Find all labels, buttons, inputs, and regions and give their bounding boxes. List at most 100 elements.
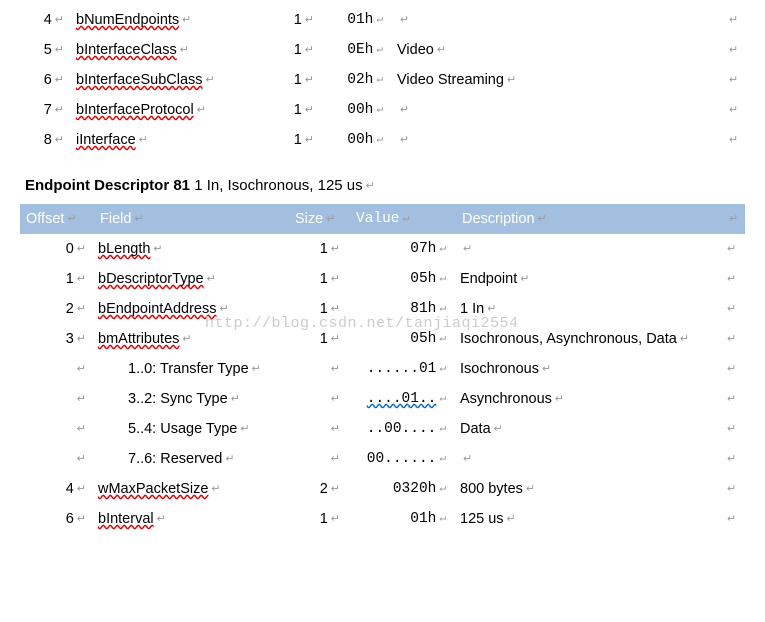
return-glyph: ↵ [520,272,529,285]
cell-end: ↵ [722,5,745,35]
cell-end: ↵ [722,95,745,125]
table-row: 7↵bInterfaceProtocol↵1↵00h↵↵↵ [20,95,745,125]
cell-value: ..00....↵ [350,414,456,444]
return-glyph: ↵ [555,392,564,405]
cell-field: 5..4: Usage Type↵ [94,414,289,444]
cell-offset: 6↵ [20,504,94,534]
endpoint-table: Offset↵ Field↵ Size↵ Value↵ Description↵… [20,204,745,534]
cell-field: bLength↵ [94,234,289,264]
return-glyph: ↵ [305,133,314,146]
cell-size: 1↵ [270,95,324,125]
cell-value: 00......↵ [350,444,456,474]
cell-offset: 2↵ [20,294,94,324]
cell-size: 1↵ [270,5,324,35]
cell-field: bInterfaceClass↵ [72,35,270,65]
cell-offset: 8↵ [20,125,72,155]
return-glyph: ↵ [77,242,86,255]
return-glyph: ↵ [77,452,86,465]
return-glyph: ↵ [439,481,446,495]
cell-field: 7..6: Reserved↵ [94,444,289,474]
cell-size: 1↵ [270,65,324,95]
return-glyph: ↵ [400,13,409,26]
table-header-row: Offset↵ Field↵ Size↵ Value↵ Description↵… [20,204,745,234]
return-glyph: ↵ [437,43,446,56]
cell-description: Isochronous, Asynchronous, Data↵ [456,324,720,354]
table-row: 6↵bInterval↵1↵01h↵125 us↵↵ [20,504,745,534]
return-glyph: ↵ [487,302,496,315]
return-glyph: ↵ [439,241,446,255]
cell-size: ↵ [289,444,350,474]
return-glyph: ↵ [494,422,503,435]
return-glyph: ↵ [55,43,64,56]
cell-description: Video Streaming↵ [393,65,722,95]
cell-offset: 1↵ [20,264,94,294]
cell-end: ↵ [722,35,745,65]
upper-table: 4↵bNumEndpoints↵1↵01h↵↵↵5↵bInterfaceClas… [20,5,745,155]
return-glyph: ↵ [331,242,340,255]
cell-value: 01h↵ [324,5,393,35]
return-glyph: ↵ [400,103,409,116]
return-glyph: ↵ [225,452,234,465]
return-glyph: ↵ [252,362,261,375]
cell-value: 0320h↵ [350,474,456,504]
cell-end: ↵ [720,324,745,354]
return-glyph: ↵ [220,302,229,315]
cell-value: 07h↵ [350,234,456,264]
section-heading: Endpoint Descriptor 81 1 In, Isochronous… [25,177,745,194]
cell-description: Data↵ [456,414,720,444]
return-glyph: ↵ [77,272,86,285]
table-row: ↵3..2: Sync Type↵↵....01..↵Asynchronous↵… [20,384,745,414]
table-row: 5↵bInterfaceClass↵1↵0Eh↵Video↵↵ [20,35,745,65]
return-glyph: ↵ [331,362,340,375]
return-glyph: ↵ [305,73,314,86]
cell-end: ↵ [722,65,745,95]
cell-size: 1↵ [289,234,350,264]
return-glyph: ↵ [729,73,738,86]
cell-offset: 4↵ [20,474,94,504]
return-glyph: ↵ [507,512,516,525]
cell-value: 02h↵ [324,65,393,95]
cell-size: 1↵ [289,504,350,534]
return-glyph: ↵ [727,302,736,315]
return-glyph: ↵ [77,362,86,375]
cell-field: bDescriptorType↵ [94,264,289,294]
cell-end: ↵ [720,444,745,474]
cell-end: ↵ [720,414,745,444]
return-glyph: ↵ [139,133,148,146]
return-glyph: ↵ [331,392,340,405]
cell-field: bEndpointAddress↵ [94,294,289,324]
cell-size: ↵ [289,414,350,444]
cell-description: Isochronous↵ [456,354,720,384]
cell-size: 1↵ [270,35,324,65]
return-glyph: ↵ [727,482,736,495]
return-glyph: ↵ [729,103,738,116]
return-glyph: ↵ [439,511,446,525]
cell-end: ↵ [720,234,745,264]
return-glyph: ↵ [182,13,191,26]
cell-size: ↵ [289,354,350,384]
cell-description: ↵ [456,234,720,264]
cell-end: ↵ [720,294,745,324]
return-glyph: ↵ [77,422,86,435]
cell-end: ↵ [720,264,745,294]
return-glyph: ↵ [400,133,409,146]
table-row: 6↵bInterfaceSubClass↵1↵02h↵Video Streami… [20,65,745,95]
return-glyph: ↵ [507,73,516,86]
cell-end: ↵ [720,504,745,534]
return-glyph: ↵ [331,302,340,315]
table-row: 4↵bNumEndpoints↵1↵01h↵↵↵ [20,5,745,35]
return-glyph: ↵ [727,272,736,285]
cell-value: 00h↵ [324,125,393,155]
return-glyph: ↵ [331,332,340,345]
cell-offset: 0↵ [20,234,94,264]
cell-field: iInterface↵ [72,125,270,155]
cell-offset: ↵ [20,384,94,414]
cell-description: 125 us↵ [456,504,720,534]
table-row: 4↵wMaxPacketSize↵2↵0320h↵800 bytes↵↵ [20,474,745,504]
cell-offset: ↵ [20,444,94,474]
cell-size: 2↵ [289,474,350,504]
return-glyph: ↵ [366,179,375,192]
return-glyph: ↵ [463,242,472,255]
cell-offset: 7↵ [20,95,72,125]
cell-description: ↵ [393,95,722,125]
